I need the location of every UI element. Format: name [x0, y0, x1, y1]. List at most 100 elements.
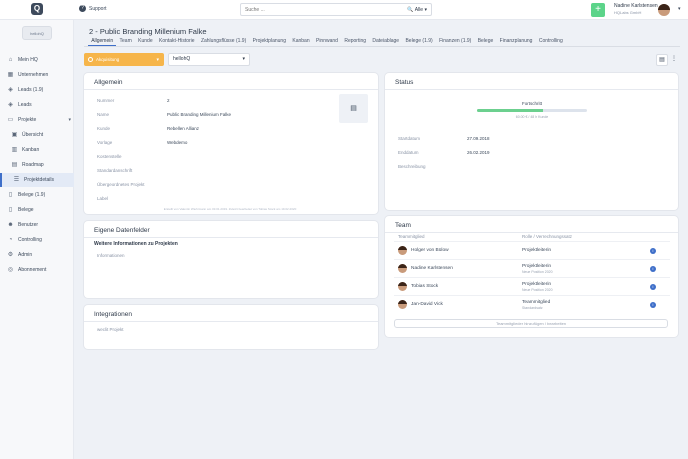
sidebar-item-belege[interactable]: ▯ Belege — [0, 203, 74, 217]
details-icon: ☰ — [13, 176, 20, 183]
sidebar-item-benutzer[interactable]: ☻ Benutzer — [0, 218, 74, 232]
workspace-logo[interactable]: hellohQ — [22, 26, 52, 40]
project-phase-button[interactable]: Akquisitung ▾ — [84, 53, 164, 66]
search-scope-select[interactable]: 🔍 Alle ▾ — [407, 7, 427, 13]
sidebar-item-belege-19[interactable]: ▯ Belege (1.9) — [0, 188, 74, 202]
team-title: Team — [395, 222, 411, 229]
divider — [84, 237, 378, 238]
team-member-name: Holger von Bülow — [411, 248, 449, 253]
search-input[interactable] — [241, 6, 401, 13]
tag-icon: ◈ — [8, 86, 13, 93]
field-label-nummer: Nummer — [97, 98, 115, 103]
tab-controlling[interactable]: Controlling — [536, 37, 566, 46]
tab-team[interactable]: Team — [116, 37, 135, 46]
tab-zahlungsfluesse[interactable]: Zahlungsflüsse (1.9) — [198, 37, 250, 46]
field-label-label: Label — [97, 196, 109, 201]
edit-team-button[interactable]: Teammitglieder hinzufügen / bearbeiten — [394, 319, 668, 328]
sidebar-item-projektdetails[interactable]: ☰ Projektdetails — [0, 173, 74, 187]
support-link[interactable]: ? Support — [79, 5, 107, 12]
users-icon: ☻ — [7, 221, 14, 228]
sidebar-item-leads-19[interactable]: ◈ Leads (1.9) — [0, 83, 74, 97]
status-title: Status — [395, 79, 414, 86]
team-member-name: Jan-David Vick — [411, 302, 443, 307]
tab-dateiablage[interactable]: Dateiablage — [369, 37, 402, 46]
tab-pinnwand[interactable]: Pinnwand — [313, 37, 341, 46]
sidebar-item-roadmap[interactable]: ▤ Roadmap — [0, 158, 74, 172]
general-card: Allgemein — [84, 73, 378, 214]
sidebar-item-unternehmen[interactable]: ▦ Unternehmen — [0, 68, 74, 82]
tag-icon: ◈ — [8, 101, 13, 108]
avatar — [398, 300, 407, 309]
search-bar[interactable]: 🔍 Alle ▾ — [240, 3, 432, 16]
sidebar-item-controlling[interactable]: ◔ Controlling — [0, 233, 74, 247]
info-icon[interactable]: i — [650, 284, 656, 290]
team-member-role: Projektleiterin — [522, 282, 552, 287]
user-org: HQLabs GmbH — [614, 10, 642, 15]
status-card: Status — [385, 73, 678, 210]
sidebar-item-admin[interactable]: ⚙ Admin — [0, 248, 74, 262]
tab-belege[interactable]: Belege — [475, 37, 497, 46]
more-options-button[interactable]: ⋮ — [671, 55, 677, 62]
tab-kunde[interactable]: Kunde — [135, 37, 156, 46]
roadmap-icon: ▤ — [11, 161, 18, 168]
user-avatar[interactable] — [658, 4, 670, 16]
chart-icon: ◔ — [8, 236, 13, 243]
progress-fill — [477, 109, 543, 112]
sidebar-item-uebersicht[interactable]: ▣ Übersicht — [0, 128, 74, 142]
sidebar-item-abonnement[interactable]: ◎ Abonnement — [0, 263, 74, 277]
tab-reporting[interactable]: Reporting — [341, 37, 369, 46]
team-col-role: Rolle / Verrechnungssatz — [522, 234, 573, 239]
tab-finanzplanung[interactable]: Finanzplanung — [496, 37, 535, 46]
receipt-icon: ▯ — [8, 191, 13, 198]
info-icon[interactable]: i — [650, 266, 656, 272]
team-member-role: Projektleiterin — [522, 264, 552, 269]
field-label-name: Name — [97, 112, 110, 117]
gear-icon: ⚙ — [7, 251, 14, 258]
tab-belege-19[interactable]: Belege (1.9) — [402, 37, 436, 46]
general-title: Allgemein — [94, 79, 123, 86]
add-button[interactable]: + — [591, 3, 605, 17]
template-select[interactable]: hellohQ ▾ — [168, 53, 250, 66]
sidebar-item-mein-hq[interactable]: ⌂ Mein HQ — [0, 53, 74, 67]
progress-sub: 60.00 € / 48 h Kunde — [515, 115, 549, 119]
comment-button[interactable]: ▤ — [656, 54, 668, 66]
divider — [84, 89, 378, 90]
custom-fields-card: Eigene Datenfelder — [84, 221, 378, 298]
avatar — [398, 282, 407, 291]
folder-icon: ▭ — [7, 116, 14, 123]
field-value-kunde[interactable]: Rebellen Allianz — [167, 126, 199, 131]
field-label-startdatum: Startdatum — [398, 136, 421, 141]
sidebar-item-projekte[interactable]: ▭ Projekte ▾ — [0, 113, 74, 127]
tab-projektplanung[interactable]: Projektplanung — [249, 37, 289, 46]
phase-dot-icon — [88, 57, 93, 62]
team-member-rate: Standardsatz — [522, 306, 543, 310]
tab-kanban[interactable]: Kanban — [289, 37, 313, 46]
chevron-down-icon: ▾ — [242, 56, 245, 62]
sidebar-item-leads[interactable]: ◈ Leads — [0, 98, 74, 112]
tab-kontakt-historie[interactable]: Kontakt-Historie — [156, 37, 198, 46]
app-logo[interactable]: Q — [31, 3, 43, 15]
chevron-down-icon[interactable]: ▾ — [678, 6, 681, 12]
tab-finanzen-19[interactable]: Finanzen (1.9) — [436, 37, 475, 46]
team-col-member: Teammitglied — [398, 234, 425, 239]
info-icon[interactable]: i — [650, 248, 656, 254]
field-label-kunde: Kunde — [97, 126, 111, 131]
field-value-enddatum: 26.02.2019 — [467, 150, 490, 155]
divider — [385, 232, 678, 233]
field-label-uebergeordnetes-projekt: Übergeordnetes Projekt — [97, 182, 145, 187]
info-icon[interactable]: i — [650, 302, 656, 308]
page-title: 2 - Public Branding Millenium Falke — [89, 27, 207, 36]
home-icon: ⌂ — [8, 56, 13, 63]
user-name[interactable]: Nadine Karlstensen — [614, 3, 658, 9]
tab-allgemein[interactable]: Allgemein — [88, 37, 117, 46]
tab-bar: Allgemein Team Kunde Kontakt-Historie Za… — [88, 37, 566, 46]
integration-item[interactable]: weclit Projekt — [97, 327, 124, 332]
help-icon: ? — [79, 5, 86, 12]
document-icon[interactable]: ▤ — [339, 94, 368, 123]
team-member-role: Projektleiterin — [522, 248, 552, 253]
integrations-card: Integrationen — [84, 305, 378, 349]
receipt-icon: ▯ — [8, 206, 13, 213]
team-member-rate: Neue Position 2020 — [522, 270, 553, 274]
sidebar-item-kanban[interactable]: ▥ Kanban — [0, 143, 74, 157]
general-footnote: Erstellt von Valentin Wiehrmann am 03.01… — [163, 207, 297, 211]
